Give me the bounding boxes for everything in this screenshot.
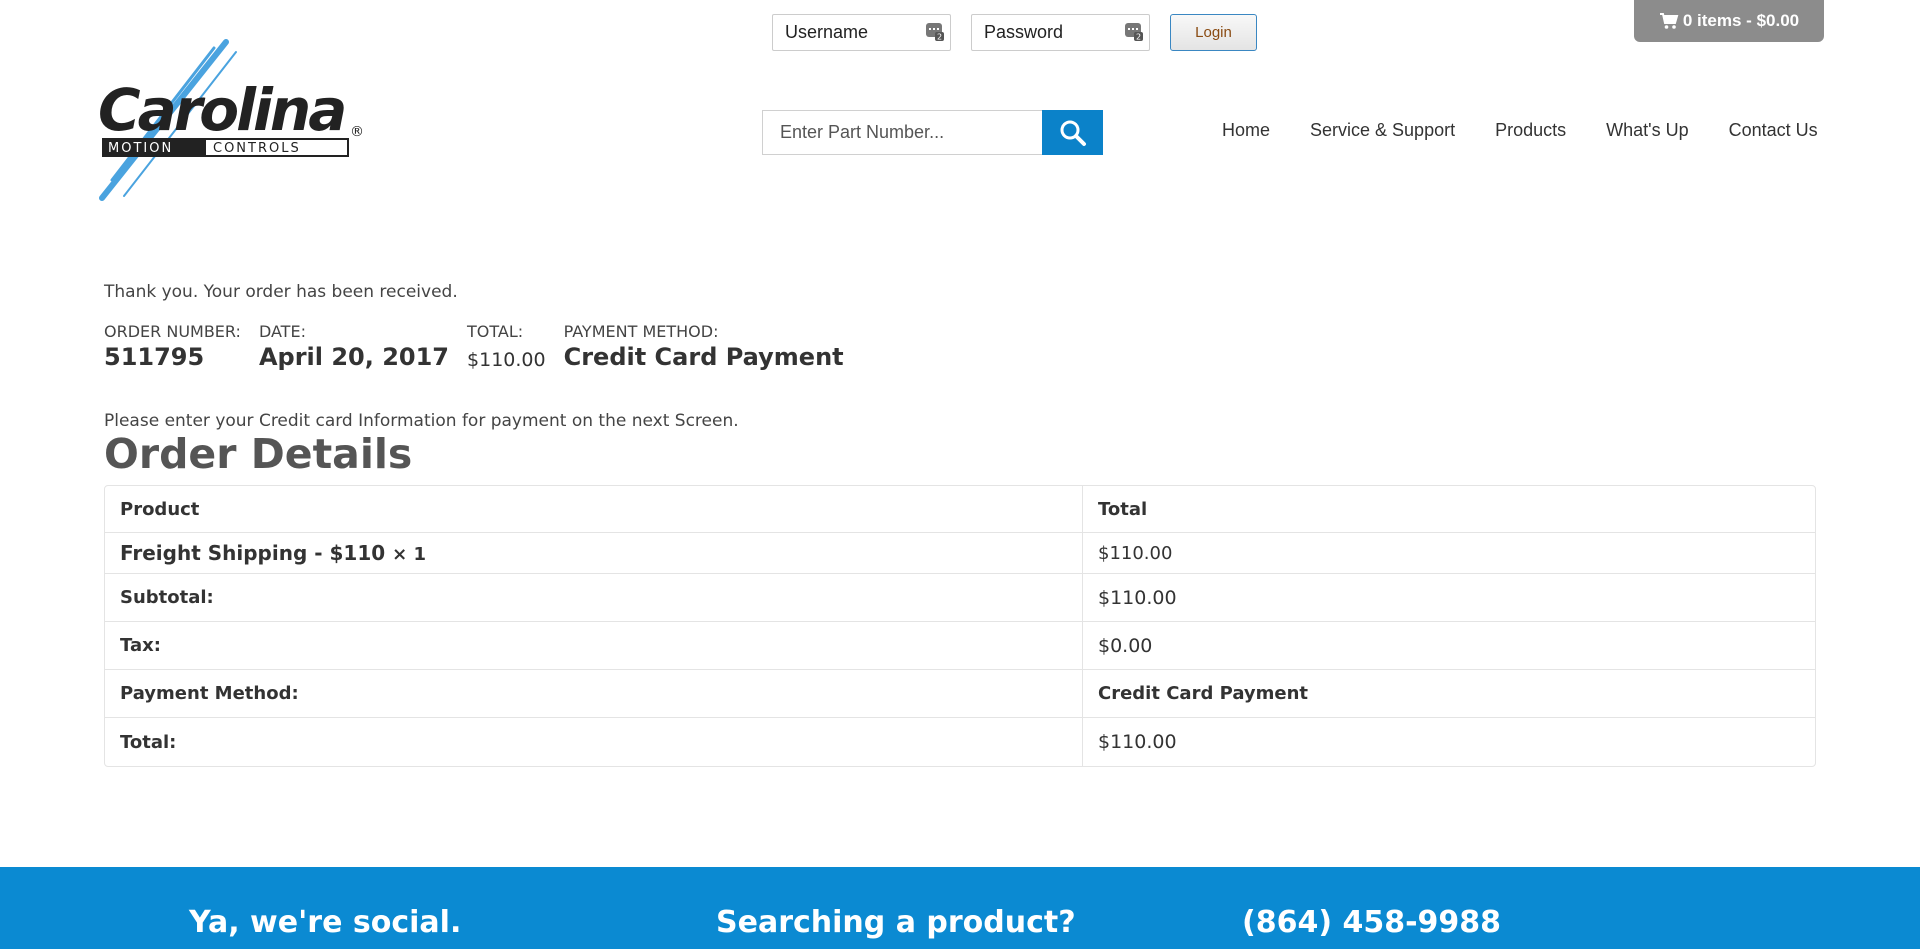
product-name-link[interactable]: Freight Shipping - $110 [120,541,385,565]
product-total: $110.00 [1083,533,1815,574]
username-field-wrapper: 2 [772,14,951,51]
order-date-label: DATE: [258,322,306,341]
svg-text:2: 2 [1136,33,1141,42]
order-details-table: Product Total Freight Shipping - $110 × … [104,485,1816,767]
order-received-content: Thank you. Your order has been received.… [104,282,1816,767]
payment-method-row-value: Credit Card Payment [1083,670,1815,718]
search-icon [1060,120,1086,146]
table-row: Freight Shipping - $110 × 1 $110.00 [105,533,1815,574]
part-number-search-input[interactable] [762,110,1043,155]
nav-home[interactable]: Home [1202,120,1290,141]
order-date-value: April 20, 2017 [258,343,450,371]
order-number-label: ORDER NUMBER: [104,322,241,341]
carolina-motion-controls-logo[interactable]: Carolina ® MOTION CONTROLS [98,38,368,204]
svg-text:CONTROLS: CONTROLS [213,141,301,156]
order-date: DATE: April 20, 2017 [259,322,449,371]
order-total-value: $110.00 [467,349,546,371]
order-number: ORDER NUMBER: 511795 [104,322,241,371]
footer-phone[interactable]: (864) 458-9988 [1242,905,1501,940]
order-payment-method: PAYMENT METHOD: Credit Card Payment [564,322,844,371]
subtotal-label: Subtotal: [105,574,1083,622]
table-row: Subtotal: $110.00 [105,574,1815,622]
cart-icon [1659,13,1679,29]
main-nav: Home Service & Support Products What's U… [1202,120,1838,141]
svg-text:MOTION: MOTION [108,141,173,156]
credit-card-note: Please enter your Credit card Informatio… [104,411,739,431]
nav-service-support[interactable]: Service & Support [1290,120,1475,141]
svg-text:2: 2 [937,33,942,42]
order-number-value: 511795 [104,343,205,371]
footer-search-heading: Searching a product? [716,905,1076,940]
svg-text:Carolina: Carolina [98,76,344,144]
login-button[interactable]: Login [1170,14,1257,51]
table-row: Total: $110.00 [105,718,1815,766]
tax-value: $0.00 [1083,622,1815,670]
nav-products[interactable]: Products [1475,120,1586,141]
search-button[interactable] [1042,110,1103,155]
order-total-label: TOTAL: [467,322,524,341]
total-label: Total: [105,718,1083,766]
product-cell: Freight Shipping - $110 × 1 [105,533,1083,574]
tax-label: Tax: [105,622,1083,670]
password-input[interactable] [972,15,1112,50]
table-row: Payment Method: Credit Card Payment [105,670,1815,718]
order-details-title: Order Details [104,430,413,478]
order-overview: ORDER NUMBER: 511795 DATE: April 20, 201… [104,322,1816,371]
username-input[interactable] [773,15,913,50]
svg-text:®: ® [350,124,364,140]
nav-whats-up[interactable]: What's Up [1586,120,1708,141]
column-header-total: Total [1083,486,1815,533]
footer-social-heading: Ya, we're social. [189,905,462,940]
cart-button[interactable]: 0 items - $0.00 [1634,0,1824,42]
payment-method-label: PAYMENT METHOD: [563,322,719,341]
column-header-product: Product [105,486,1083,533]
table-row: Tax: $0.00 [105,622,1815,670]
cart-label: 0 items - $0.00 [1682,11,1800,30]
password-field-wrapper: 2 [971,14,1150,51]
total-value: $110.00 [1098,731,1177,753]
table-header-row: Product Total [105,486,1815,533]
part-search [762,110,1103,155]
password-manager-icon[interactable]: 2 [1124,22,1144,42]
thank-you-message: Thank you. Your order has been received. [104,282,458,302]
password-manager-icon[interactable]: 2 [925,22,945,42]
payment-method-value: Credit Card Payment [563,343,844,371]
nav-contact-us[interactable]: Contact Us [1709,120,1838,141]
payment-method-row-label: Payment Method: [105,670,1083,718]
subtotal-value: $110.00 [1083,574,1815,622]
footer: Ya, we're social. Searching a product? (… [0,867,1920,949]
product-quantity: × 1 [392,544,427,565]
order-total: TOTAL: $110.00 [467,322,546,371]
